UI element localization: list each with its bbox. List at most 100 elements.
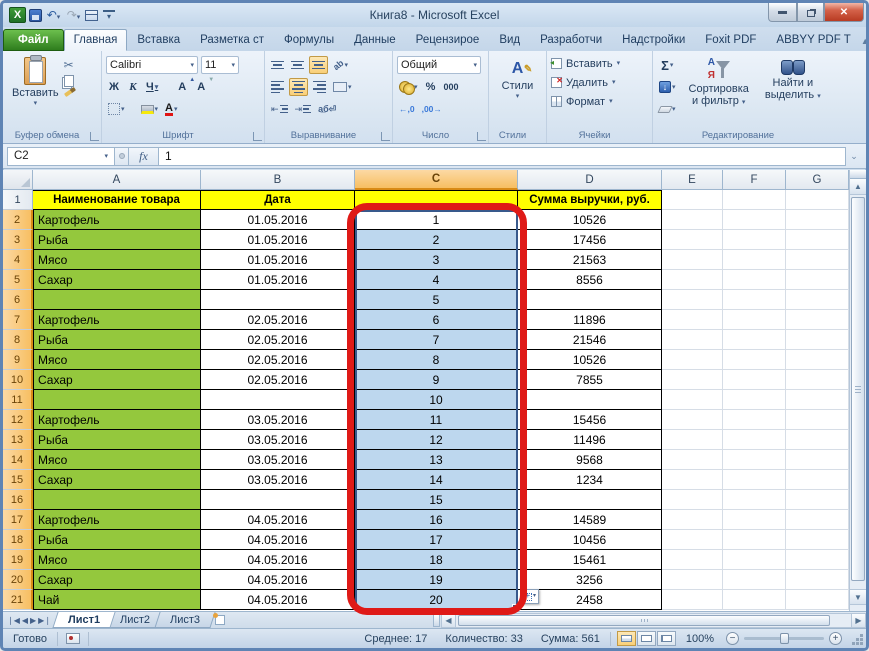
format-painter-icon[interactable] — [64, 87, 76, 97]
ribbon-tab-вставка[interactable]: Вставка — [127, 29, 190, 51]
cell-A2[interactable]: Картофель — [33, 210, 201, 230]
page-layout-view-button[interactable] — [637, 631, 656, 646]
cell-B4[interactable]: 01.05.2016 — [201, 250, 355, 270]
clear-button[interactable]: ▾ — [657, 100, 678, 118]
delete-cells-button[interactable]: Удалить▾ — [551, 73, 648, 92]
row-header-11[interactable]: 11 — [3, 390, 33, 410]
cell-C9[interactable]: 8 — [355, 350, 518, 370]
row-header-5[interactable]: 5 — [3, 270, 33, 290]
increase-indent-button[interactable]: ⇥ — [293, 100, 314, 118]
cell-D19[interactable]: 15461 — [518, 550, 662, 570]
cell-B19[interactable]: 04.05.2016 — [201, 550, 355, 570]
cell-B5[interactable]: 01.05.2016 — [201, 270, 355, 290]
ribbon-tab-рецензирое[interactable]: Рецензирое — [406, 29, 490, 51]
cell-G12[interactable] — [786, 410, 849, 430]
ribbon-tab-abbyy-pdf-t[interactable]: ABBYY PDF T — [766, 29, 860, 51]
cell-C11[interactable]: 10 — [355, 390, 518, 410]
cell-F20[interactable] — [723, 570, 786, 590]
cell-E3[interactable] — [662, 230, 723, 250]
cell-C8[interactable]: 7 — [355, 330, 518, 350]
row-header-2[interactable]: 2 — [3, 210, 33, 230]
cell-A4[interactable]: Мясо — [33, 250, 201, 270]
row-header-16[interactable]: 16 — [3, 490, 33, 510]
ribbon-tab-вид[interactable]: Вид — [489, 29, 530, 51]
cell-E11[interactable] — [662, 390, 723, 410]
cell-C15[interactable]: 14 — [355, 470, 518, 490]
cell-E4[interactable] — [662, 250, 723, 270]
cell-E20[interactable] — [662, 570, 723, 590]
cell-E7[interactable] — [662, 310, 723, 330]
cell-A7[interactable]: Картофель — [33, 310, 201, 330]
cell-A11[interactable] — [33, 390, 201, 410]
cell-D1[interactable]: Сумма выручки, руб. — [518, 190, 662, 210]
vertical-scroll-thumb[interactable] — [851, 197, 865, 581]
cell-D2[interactable]: 10526 — [518, 210, 662, 230]
normal-view-button[interactable] — [617, 631, 636, 646]
cell-F13[interactable] — [723, 430, 786, 450]
cell-D8[interactable]: 21546 — [518, 330, 662, 350]
cell-E17[interactable] — [662, 510, 723, 530]
cell-E12[interactable] — [662, 410, 723, 430]
column-header-D[interactable]: D — [518, 170, 662, 190]
align-left-button[interactable] — [269, 78, 286, 96]
row-header-12[interactable]: 12 — [3, 410, 33, 430]
column-header-F[interactable]: F — [723, 170, 786, 190]
cell-G3[interactable] — [786, 230, 849, 250]
row-header-1[interactable]: 1 — [3, 190, 33, 210]
column-header-A[interactable]: A — [33, 170, 201, 190]
copy-icon[interactable] — [64, 75, 74, 87]
cell-A13[interactable]: Рыба — [33, 430, 201, 450]
cell-F16[interactable] — [723, 490, 786, 510]
paste-button[interactable]: Вставить ▾ — [7, 54, 64, 109]
cell-A16[interactable] — [33, 490, 201, 510]
cell-C12[interactable]: 11 — [355, 410, 518, 430]
cell-B18[interactable]: 04.05.2016 — [201, 530, 355, 550]
cell-D15[interactable]: 1234 — [518, 470, 662, 490]
cell-F18[interactable] — [723, 530, 786, 550]
cell-F14[interactable] — [723, 450, 786, 470]
cell-F10[interactable] — [723, 370, 786, 390]
font-color-button[interactable]: А▾ — [163, 100, 179, 118]
cell-B8[interactable]: 02.05.2016 — [201, 330, 355, 350]
cell-C5[interactable]: 4 — [355, 270, 518, 290]
clipboard-dialog-launcher[interactable] — [90, 132, 99, 141]
number-format-combo[interactable]: Общий▾ — [397, 56, 481, 74]
cell-F6[interactable] — [723, 290, 786, 310]
cell-E19[interactable] — [662, 550, 723, 570]
cell-A6[interactable] — [33, 290, 201, 310]
autofill-options-button[interactable]: ▾ — [521, 589, 539, 604]
cell-C17[interactable]: 16 — [355, 510, 518, 530]
cell-F11[interactable] — [723, 390, 786, 410]
row-header-9[interactable]: 9 — [3, 350, 33, 370]
cell-C20[interactable]: 19 — [355, 570, 518, 590]
cell-D16[interactable] — [518, 490, 662, 510]
cell-A10[interactable]: Сахар — [33, 370, 201, 390]
minimize-button[interactable] — [768, 3, 797, 22]
cell-F3[interactable] — [723, 230, 786, 250]
cell-E8[interactable] — [662, 330, 723, 350]
cell-F8[interactable] — [723, 330, 786, 350]
cell-G10[interactable] — [786, 370, 849, 390]
row-header-13[interactable]: 13 — [3, 430, 33, 450]
cell-G21[interactable] — [786, 590, 849, 610]
sheet-tab-лист3[interactable]: Лист3 — [155, 612, 216, 628]
scroll-down-icon[interactable]: ▼ — [850, 589, 866, 605]
decrease-indent-button[interactable]: ⇤ — [269, 100, 290, 118]
cell-G6[interactable] — [786, 290, 849, 310]
formula-input[interactable]: 1 — [159, 147, 846, 166]
cell-E21[interactable] — [662, 590, 723, 610]
name-box[interactable]: C2▾ — [7, 147, 115, 166]
cell-E5[interactable] — [662, 270, 723, 290]
align-center-button[interactable] — [289, 78, 308, 96]
scroll-up-icon[interactable]: ▲ — [850, 179, 866, 195]
cell-B9[interactable]: 02.05.2016 — [201, 350, 355, 370]
row-header-7[interactable]: 7 — [3, 310, 33, 330]
cell-F21[interactable] — [723, 590, 786, 610]
cell-B7[interactable]: 02.05.2016 — [201, 310, 355, 330]
cell-G7[interactable] — [786, 310, 849, 330]
orientation-button[interactable]: ab▾ — [331, 56, 350, 74]
cell-F9[interactable] — [723, 350, 786, 370]
cell-B20[interactable]: 04.05.2016 — [201, 570, 355, 590]
cell-D4[interactable]: 21563 — [518, 250, 662, 270]
align-top-button[interactable] — [269, 56, 286, 74]
